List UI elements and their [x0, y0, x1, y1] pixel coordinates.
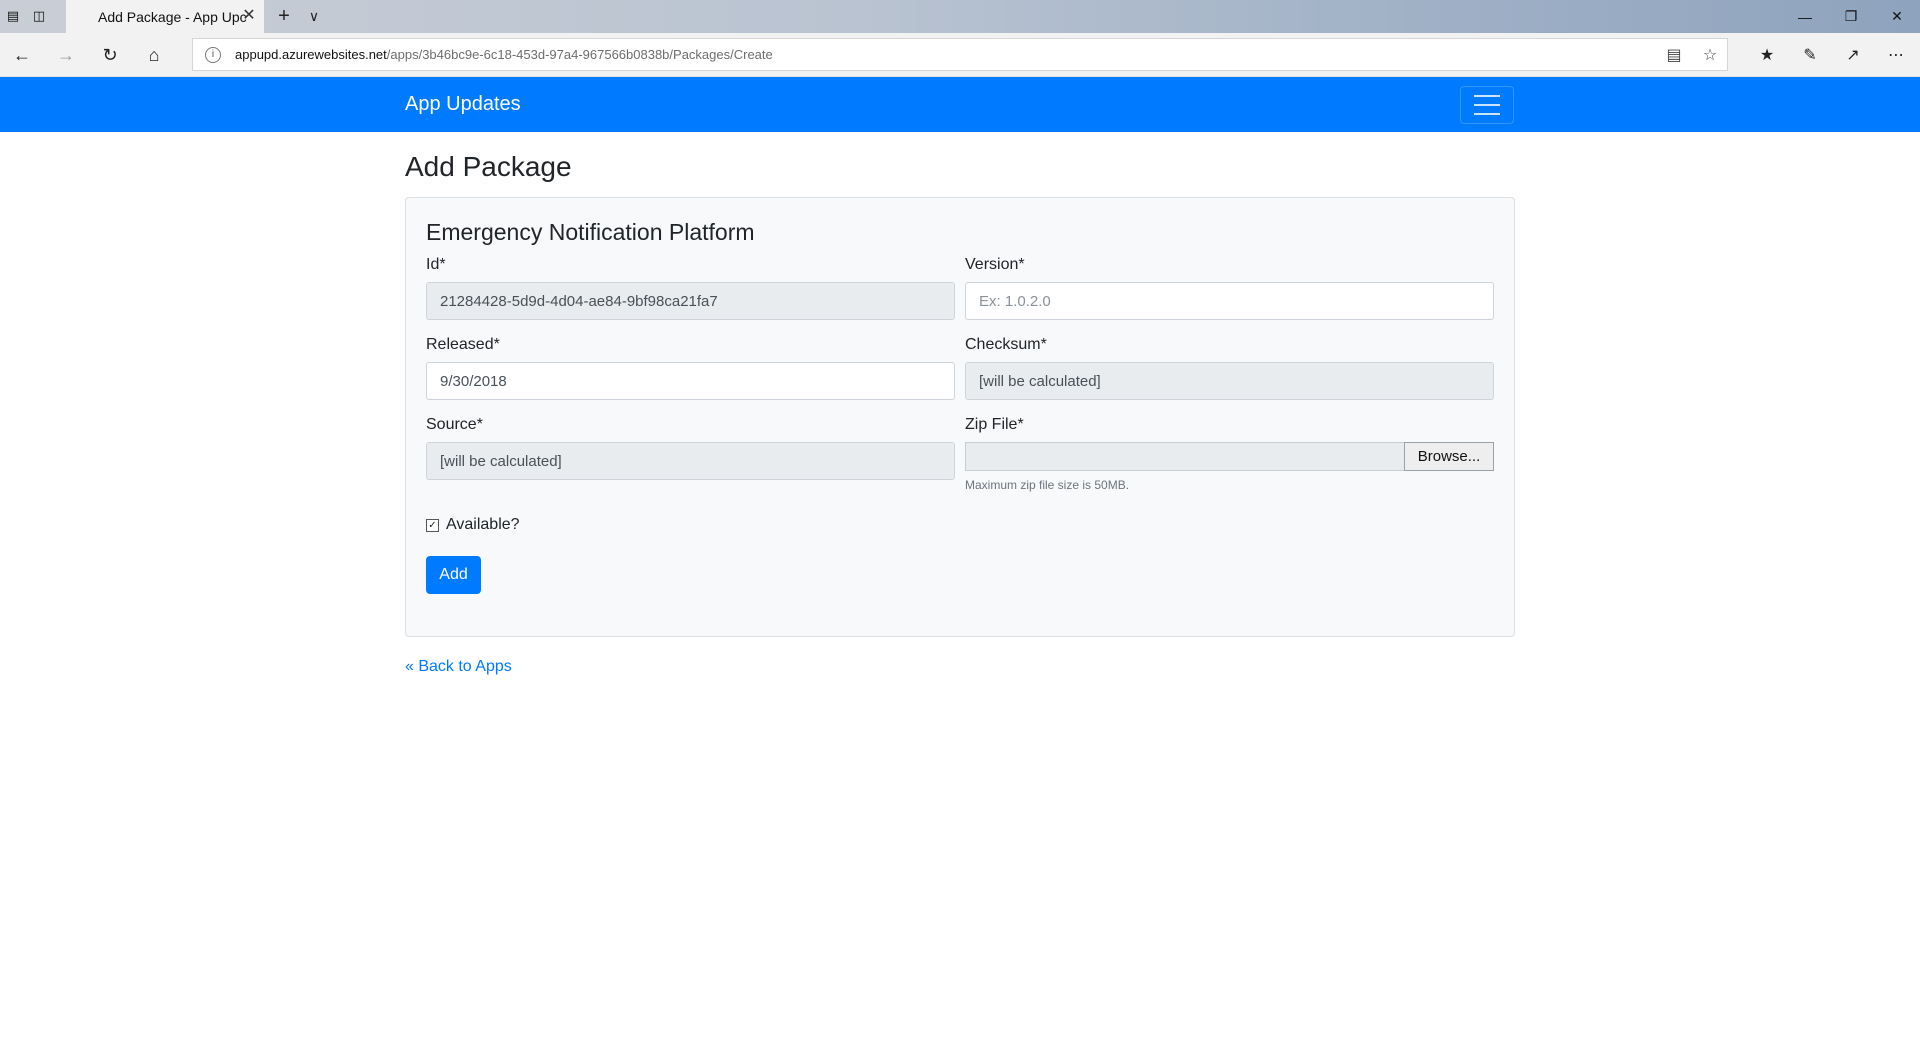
tab-preview-icon[interactable]: ◫ [28, 6, 50, 26]
released-date-field[interactable]: 9/30/2018 [426, 362, 955, 400]
back-arrow-icon[interactable]: ← [8, 41, 36, 69]
checksum-field[interactable]: [will be calculated] [965, 362, 1494, 400]
main-content: Add Package Emergency Notification Platf… [405, 132, 1515, 676]
back-to-apps-link[interactable]: « Back to Apps [405, 658, 1515, 676]
refresh-icon[interactable]: ↻ [96, 41, 124, 69]
pen-notes-icon[interactable]: ✎ [1798, 43, 1822, 67]
app-navbar: App Updates [0, 77, 1920, 132]
window-close-icon[interactable]: ✕ [1874, 0, 1920, 33]
minimize-icon[interactable]: — [1782, 0, 1828, 33]
id-field[interactable]: 21284428-5d9d-4d04-ae84-9bf98ca21fa7 [426, 282, 955, 320]
new-tab-icon[interactable]: + [272, 4, 296, 28]
available-label: Available? [446, 516, 520, 533]
app-name-heading: Emergency Notification Platform [426, 219, 755, 245]
set-aside-tabs-icon[interactable]: ▤ [2, 6, 24, 26]
source-label: Source* [426, 416, 483, 433]
browse-button[interactable]: Browse... [1404, 442, 1494, 471]
url-input[interactable]: i appupd.azurewebsites.net/apps/3b46bc9e… [192, 38, 1728, 71]
hamburger-icon-bar [1474, 104, 1500, 106]
restore-icon[interactable]: ❐ [1828, 0, 1874, 33]
url-path: /apps/3b46bc9e-6c18-453d-97a4-967566b083… [386, 47, 773, 62]
navbar-brand[interactable]: App Updates [405, 93, 521, 116]
site-info-icon[interactable]: i [205, 46, 221, 63]
forward-arrow-icon[interactable]: → [52, 41, 80, 69]
id-label: Id* [426, 256, 446, 273]
zip-file-input[interactable]: Browse... [965, 442, 1494, 471]
navbar-toggler-button[interactable] [1460, 86, 1514, 124]
source-field[interactable]: [will be calculated] [426, 442, 955, 480]
zip-file-name-box[interactable] [965, 442, 1404, 471]
version-field[interactable]: Ex: 1.0.2.0 [965, 282, 1494, 320]
url-domain: appupd.azurewebsites.net [235, 47, 387, 62]
released-label: Released* [426, 336, 500, 353]
reading-view-icon[interactable]: ▤ [1663, 44, 1685, 66]
close-tab-icon[interactable]: ✕ [240, 7, 258, 25]
favorites-hub-icon[interactable]: ★ [1755, 43, 1779, 67]
available-checkbox[interactable]: ✓ [426, 518, 439, 532]
favorite-star-icon[interactable]: ☆ [1699, 44, 1721, 66]
browser-address-bar: ← → ↻ ⌂ i appupd.azurewebsites.net/apps/… [0, 33, 1920, 77]
tab-title: Add Package - App Upc [98, 8, 247, 25]
browser-tab-bar: ▤ ◫ Add Package - App Upc ✕ + ∨ — ❐ ✕ [0, 0, 1920, 33]
share-icon[interactable]: ↗ [1841, 43, 1865, 67]
home-icon[interactable]: ⌂ [140, 41, 168, 69]
available-checkbox-row[interactable]: ✓ Available? [426, 516, 1494, 534]
more-menu-icon[interactable]: ⋯ [1884, 43, 1908, 67]
page-title: Add Package [405, 151, 572, 182]
hamburger-icon-bar [1474, 95, 1500, 97]
hamburger-icon-bar [1474, 113, 1500, 115]
browser-tab[interactable]: Add Package - App Upc ✕ [66, 0, 264, 33]
version-label: Version* [965, 256, 1025, 273]
zip-file-label: Zip File* [965, 416, 1024, 433]
checksum-label: Checksum* [965, 336, 1047, 353]
package-form-card: Emergency Notification Platform Id* 2128… [405, 197, 1515, 637]
tab-list-chevron-icon[interactable]: ∨ [302, 4, 326, 28]
zip-file-help-text: Maximum zip file size is 50MB. [965, 478, 1130, 492]
add-button[interactable]: Add [426, 556, 481, 594]
